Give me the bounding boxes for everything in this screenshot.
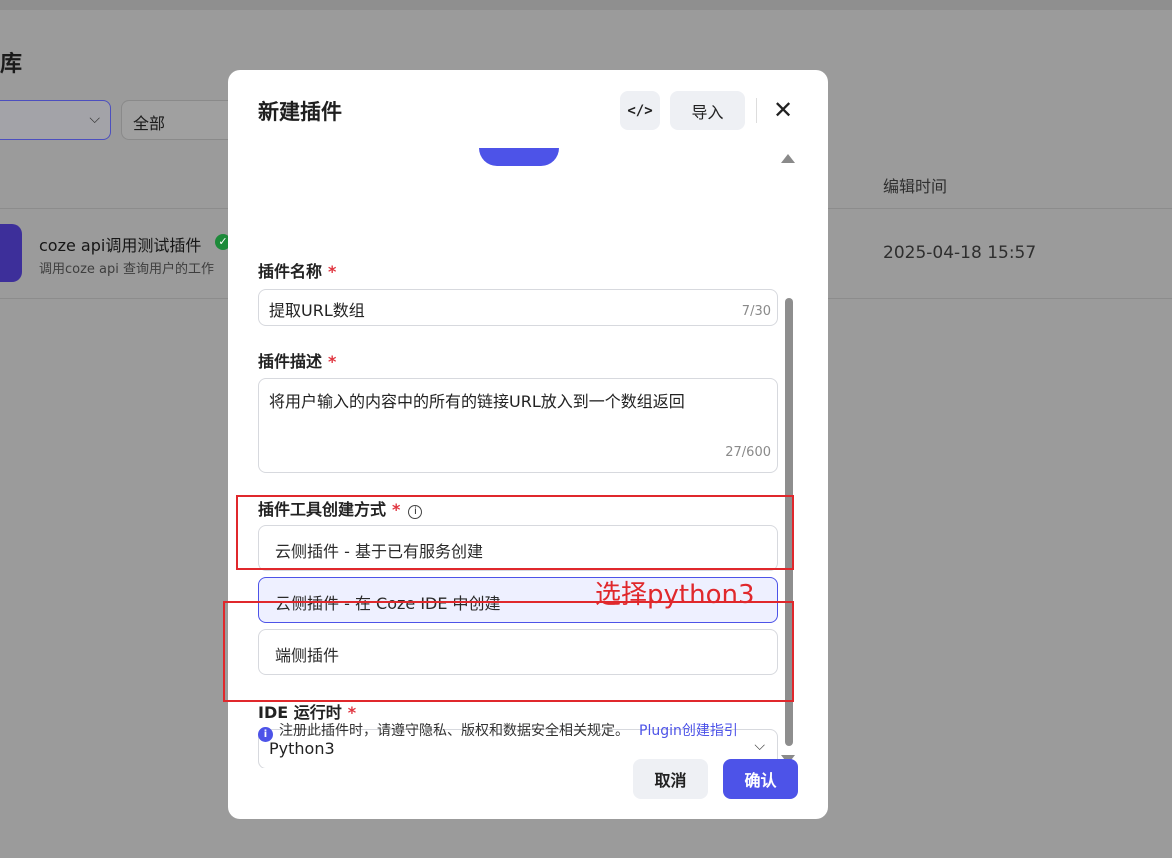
required-mark: *: [328, 262, 337, 281]
confirm-button[interactable]: 确认: [723, 759, 798, 799]
code-button[interactable]: </>: [620, 91, 660, 130]
chevron-down-icon: ⌵: [754, 738, 765, 754]
plugin-description-textarea[interactable]: 将用户输入的内容中的所有的链接URL放入到一个数组返回 27/600: [258, 378, 778, 473]
plugin-description-value: 将用户输入的内容中的所有的链接URL放入到一个数组返回: [269, 392, 685, 411]
import-button[interactable]: 导入: [670, 91, 745, 130]
plugin-name-label-text: 插件名称: [258, 262, 323, 281]
plugin-name-input[interactable]: 提取URL数组 7/30: [258, 289, 778, 326]
plugin-guide-link[interactable]: Plugin创建指引: [639, 723, 738, 739]
plugin-description-label: 插件描述 *: [258, 348, 336, 372]
plugin-description: 调用coze api 查询用户的工作: [39, 262, 215, 277]
filter-select-1[interactable]: ⌵: [0, 100, 111, 140]
annotation-text: 选择python3: [595, 580, 755, 610]
char-counter: 7/30: [741, 304, 771, 319]
divider: [756, 98, 757, 123]
plugin-name[interactable]: coze api调用测试插件: [39, 232, 201, 256]
avatar-upload-pill[interactable]: [479, 148, 559, 166]
annotation-box-coze-ide: [236, 495, 794, 570]
char-counter: 27/600: [725, 445, 771, 460]
plugin-name-value: 提取URL数组: [269, 301, 365, 320]
column-header-edit-time: 编辑时间: [883, 177, 948, 196]
notice-text: 注册此插件时，请遵守隐私、版权和数据安全相关规定。: [279, 723, 629, 739]
filter-select-2[interactable]: 全部: [121, 100, 241, 140]
plugin-icon: [0, 224, 22, 282]
close-icon[interactable]: ✕: [768, 92, 798, 128]
info-icon: i: [258, 727, 273, 742]
plugin-name-label: 插件名称 *: [258, 258, 336, 282]
plugin-description-label-text: 插件描述: [258, 352, 323, 371]
chevron-down-icon: ⌵: [89, 111, 100, 127]
notice: i 注册此插件时，请遵守隐私、版权和数据安全相关规定。 Plugin创建指引: [258, 720, 738, 742]
new-plugin-modal: 新建插件 </> 导入 ✕ 插件名称 * 提取URL数组 7/30 插件描述 * 将…: [228, 70, 828, 819]
annotation-box-runtime: [223, 601, 794, 702]
modal-title: 新建插件: [258, 100, 342, 124]
page-title: 库: [0, 52, 23, 77]
scroll-up-arrow-icon[interactable]: [781, 154, 795, 163]
required-mark: *: [328, 352, 337, 371]
filter-select-2-value: 全部: [133, 114, 166, 133]
cancel-button[interactable]: 取消: [633, 759, 708, 799]
plugin-edit-time: 2025-04-18 15:57: [883, 243, 1037, 263]
top-bar: [0, 0, 1172, 10]
